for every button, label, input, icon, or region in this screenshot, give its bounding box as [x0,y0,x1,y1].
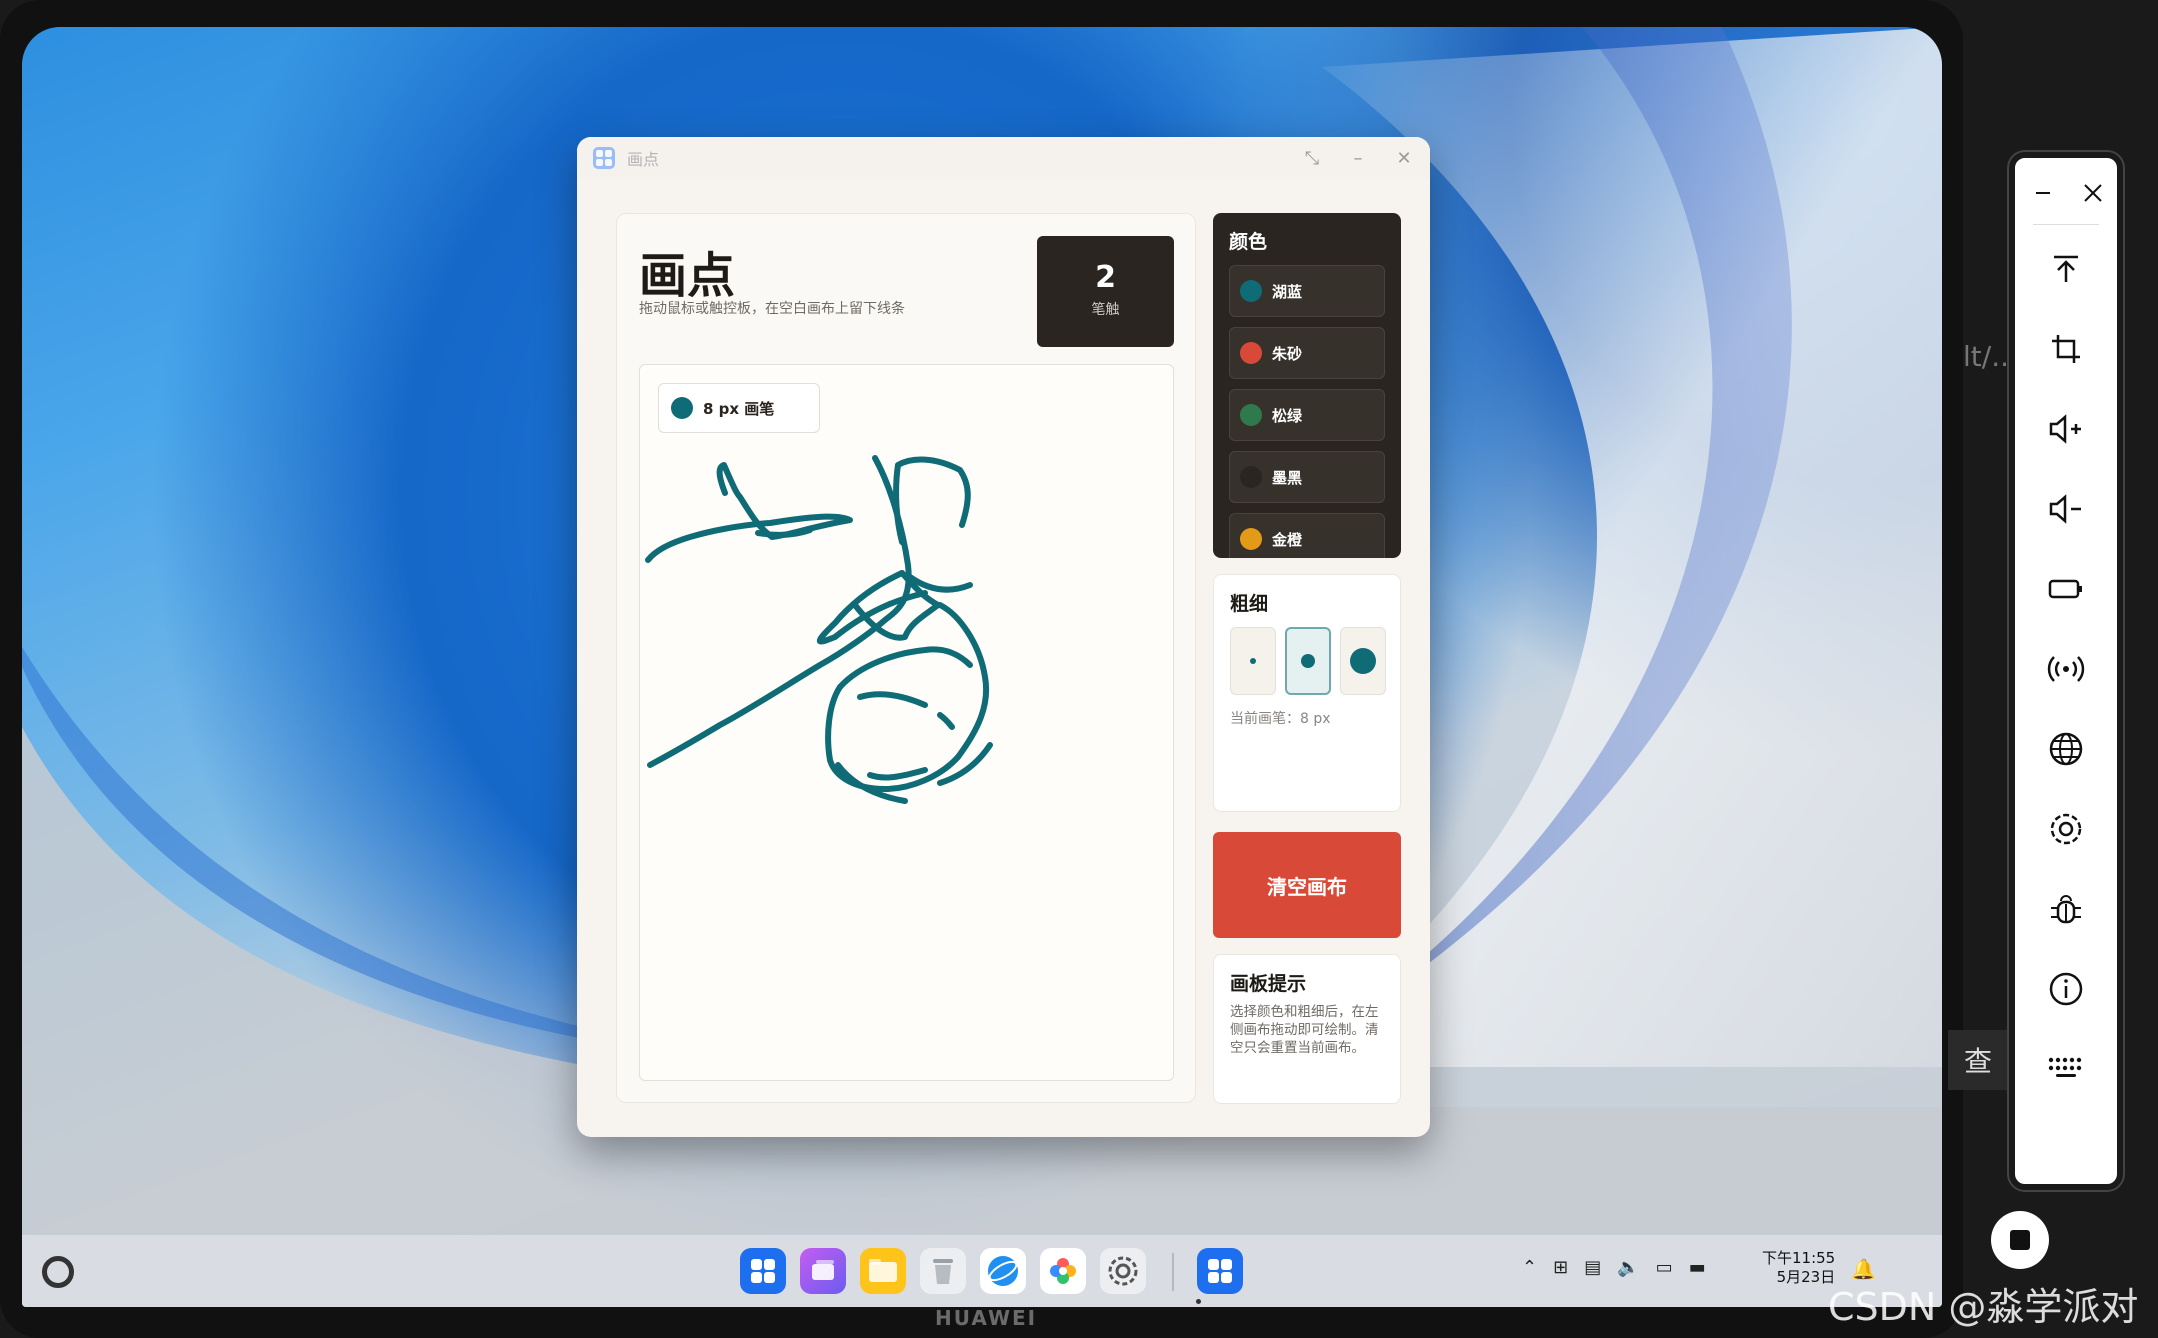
settings-icon[interactable] [2035,802,2097,856]
color-name: 金橙 [1272,530,1303,549]
stroke-count: 2 [1095,260,1116,295]
drawn-strokes [645,455,993,804]
taskbar: ⌃ ⊞ ▤ 🔈 ▭ ▬ 下午11:55 5月23日 🔔 [22,1235,1942,1307]
title-bar[interactable]: 画点 ⤡ – ✕ [577,137,1430,179]
stroke-label: 笔触 [1091,302,1120,318]
trash-icon[interactable] [920,1248,966,1294]
page-subtitle: 拖动鼠标或触控板，在空白画布上留下线条 [639,301,905,317]
volume-icon[interactable]: 🔈 [1617,1257,1639,1278]
dot-icon [1301,654,1315,668]
color-option-pine-green[interactable]: 松绿 [1229,389,1385,441]
input-method-icon[interactable]: ⊞ [1553,1257,1568,1278]
minimize-icon[interactable]: – [1348,148,1368,169]
dot-icon [1350,648,1376,674]
tips-panel: 画板提示 选择颜色和粗细后，在左侧画布拖动即可绘制。清空只会重置当前画布。 [1213,954,1401,1104]
info-icon[interactable] [2035,962,2097,1016]
clock-date: 5月23日 [1776,1268,1836,1286]
current-width-text: 当前画笔：8 px [1230,711,1331,727]
active-app-indicator [1196,1299,1201,1304]
multitask-icon[interactable] [800,1248,846,1294]
tips-body: 选择颜色和粗细后，在左侧画布拖动即可绘制。清空只会重置当前画布。 [1230,1004,1379,1056]
swatch-icon [1240,466,1262,488]
drawing-panel: 画点 拖动鼠标或触控板，在空白画布上留下线条 2 笔触 8 px 画笔 [616,213,1196,1103]
battery-icon[interactable] [2035,562,2097,616]
width-panel-title: 粗细 [1230,593,1269,615]
crop-icon[interactable] [2035,322,2097,376]
gallery-icon[interactable] [1040,1248,1086,1294]
color-name: 湖蓝 [1272,282,1303,301]
brush-chip-label: 8 px 画笔 [703,399,775,418]
color-name: 松绿 [1272,406,1303,425]
clock[interactable]: 下午11:55 5月23日 [1762,1249,1835,1287]
app-window[interactable]: 画点 ⤡ – ✕ 画点 拖动鼠标或触控板，在空白画布上留下线条 2 笔触 8 p… [577,137,1430,1137]
swatch-icon [1240,342,1262,364]
toolbar-divider [2033,224,2099,225]
files-icon[interactable] [860,1248,906,1294]
clear-canvas-button[interactable]: 清空画布 [1213,832,1401,938]
minimize-icon[interactable] [2023,166,2063,220]
browser-icon[interactable] [980,1248,1026,1294]
huapoint-icon[interactable] [1197,1248,1243,1294]
emulator-toolbar [2009,152,2123,1190]
brush-chip: 8 px 画笔 [658,383,820,433]
swatch-icon [1240,280,1262,302]
bug-icon[interactable] [2035,882,2097,936]
color-panel-title: 颜色 [1229,231,1268,253]
drawing-canvas[interactable]: 8 px 画笔 [639,364,1174,1081]
page-title: 画点 [639,248,736,304]
color-panel: 颜色 湖蓝 朱砂 松绿 墨黑 金橙 [1213,213,1401,558]
color-option-ink-black[interactable]: 墨黑 [1229,451,1385,503]
close-icon[interactable]: ✕ [1394,148,1414,169]
color-name: 墨黑 [1272,468,1303,487]
color-option-vermilion[interactable]: 朱砂 [1229,327,1385,379]
volume-down-icon[interactable] [2035,482,2097,536]
start-button[interactable] [42,1256,74,1288]
app-grid-icon[interactable] [740,1248,786,1294]
settings-icon[interactable] [1100,1248,1146,1294]
keyboard-icon[interactable] [2035,1042,2097,1096]
device-brand: HUAWEI [935,1306,1038,1330]
clipboard-icon[interactable]: ▤ [1584,1257,1601,1278]
signal-icon[interactable] [2035,642,2097,696]
swatch-icon [1240,404,1262,426]
volume-up-icon[interactable] [2035,402,2097,456]
width-panel: 粗细 当前画笔：8 px [1213,574,1401,812]
watermark: CSDN @淼学派对 [1828,1285,2139,1329]
color-name: 朱砂 [1272,344,1303,363]
dock-divider [1172,1253,1174,1291]
dot-icon [1250,658,1256,664]
background-search: 查 [1948,1030,2008,1090]
battery-icon[interactable]: ▬ [1689,1257,1706,1278]
stop-icon [2010,1230,2030,1250]
brush-color-dot [671,397,693,419]
display-icon[interactable]: ▭ [1656,1257,1673,1278]
width-option-medium[interactable] [1285,627,1331,695]
globe-icon[interactable] [2035,722,2097,776]
swatch-icon [1240,528,1262,550]
rotate-top-icon[interactable] [2035,242,2097,296]
window-title: 画点 [627,150,660,169]
color-option-gold-orange[interactable]: 金橙 [1229,513,1385,558]
clock-time: 下午11:55 [1762,1249,1836,1267]
close-icon[interactable] [2073,166,2113,220]
color-option-lake-blue[interactable]: 湖蓝 [1229,265,1385,317]
desktop-screen: 画点 ⤡ – ✕ 画点 拖动鼠标或触控板，在空白画布上留下线条 2 笔触 8 p… [22,27,1942,1307]
stroke-counter: 2 笔触 [1037,236,1174,347]
system-tray: ⌃ ⊞ ▤ 🔈 ▭ ▬ [1522,1257,1706,1278]
restore-icon[interactable]: ⤡ [1302,148,1322,169]
device-frame: 画点 ⤡ – ✕ 画点 拖动鼠标或触控板，在空白画布上留下线条 2 笔触 8 p… [0,0,1963,1338]
width-option-large[interactable] [1340,627,1386,695]
stop-record-button[interactable] [1991,1211,2049,1269]
tips-title: 画板提示 [1230,973,1307,995]
app-icon [593,147,615,169]
width-option-small[interactable] [1230,627,1276,695]
chevron-up-icon[interactable]: ⌃ [1522,1257,1537,1278]
